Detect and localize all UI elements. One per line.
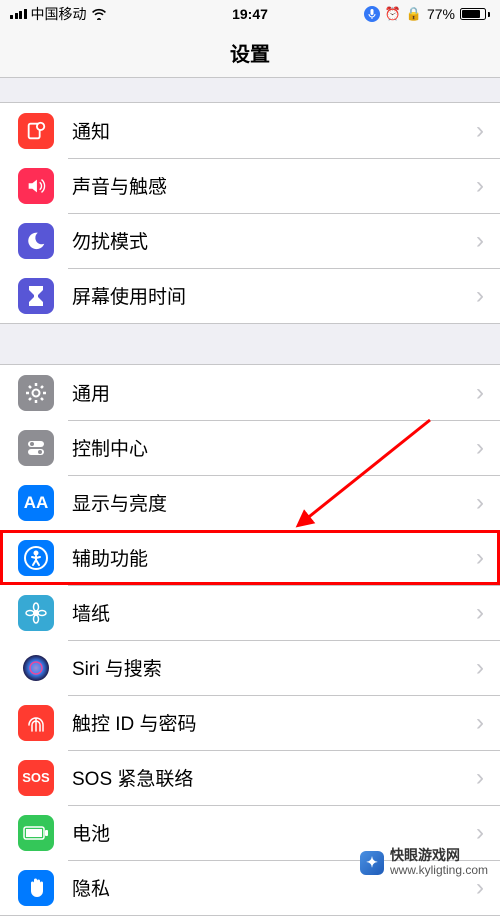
row-label: 通用 xyxy=(72,379,476,406)
sos-icon: SOS xyxy=(18,760,54,796)
chevron-right-icon: › xyxy=(476,172,500,200)
wifi-icon xyxy=(91,8,107,20)
hourglass-icon xyxy=(18,278,54,314)
battery-icon xyxy=(18,815,54,851)
watermark-url: www.kyligting.com xyxy=(390,864,488,877)
siri-icon xyxy=(18,650,54,686)
alarm-icon: ⏰ xyxy=(385,6,401,22)
chevron-right-icon: › xyxy=(476,764,500,792)
lock-icon: 🔒 xyxy=(406,6,422,22)
sound-icon xyxy=(18,168,54,204)
settings-row-sounds[interactable]: 声音与触感› xyxy=(0,158,500,213)
battery-pct: 77% xyxy=(427,6,455,22)
chevron-right-icon: › xyxy=(476,434,500,462)
row-label: 触控 ID 与密码 xyxy=(72,709,476,736)
chevron-right-icon: › xyxy=(476,599,500,627)
settings-row-dnd[interactable]: 勿扰模式› xyxy=(0,213,500,268)
row-label: 墙纸 xyxy=(72,599,476,626)
chevron-right-icon: › xyxy=(476,117,500,145)
fingerprint-icon xyxy=(18,705,54,741)
wallpaper-icon xyxy=(18,595,54,631)
watermark-logo-icon: ✦ xyxy=(360,851,384,875)
settings-row-wallpaper[interactable]: 墙纸› xyxy=(0,585,500,640)
row-label: 辅助功能 xyxy=(72,544,476,571)
row-label: 控制中心 xyxy=(72,434,476,461)
chevron-right-icon: › xyxy=(476,709,500,737)
chevron-right-icon: › xyxy=(476,544,500,572)
carrier-label: 中国移动 xyxy=(31,4,87,24)
row-label: 勿扰模式 xyxy=(72,227,476,254)
status-left: 中国移动 xyxy=(10,4,107,24)
chevron-right-icon: › xyxy=(476,227,500,255)
settings-row-accessibility[interactable]: 辅助功能› xyxy=(0,530,500,585)
row-label: 声音与触感 xyxy=(72,172,476,199)
mic-icon xyxy=(364,6,380,22)
switch-icon xyxy=(18,430,54,466)
chevron-right-icon: › xyxy=(476,489,500,517)
row-label: 显示与亮度 xyxy=(72,489,476,516)
chevron-right-icon: › xyxy=(476,654,500,682)
battery-icon xyxy=(460,8,490,20)
notifications-icon xyxy=(18,113,54,149)
row-label: SOS 紧急联络 xyxy=(72,764,476,791)
moon-icon xyxy=(18,223,54,259)
settings-group: 通用›控制中心›AA显示与亮度›辅助功能›墙纸›Siri 与搜索›触控 ID 与… xyxy=(0,364,500,916)
row-label: Siri 与搜索 xyxy=(72,654,476,681)
status-right: ⏰ 🔒 77% xyxy=(364,6,490,22)
row-label: 电池 xyxy=(72,819,476,846)
settings-row-notifications[interactable]: 通知› xyxy=(0,103,500,158)
chevron-right-icon: › xyxy=(476,379,500,407)
chevron-right-icon: › xyxy=(476,282,500,310)
settings-row-control-center[interactable]: 控制中心› xyxy=(0,420,500,475)
status-time: 19:47 xyxy=(232,6,268,22)
accessibility-icon xyxy=(18,540,54,576)
signal-icon xyxy=(10,9,27,19)
row-label: 通知 xyxy=(72,117,476,144)
settings-row-touchid[interactable]: 触控 ID 与密码› xyxy=(0,695,500,750)
row-label: 隐私 xyxy=(72,874,476,901)
chevron-right-icon: › xyxy=(476,874,500,902)
chevron-right-icon: › xyxy=(476,819,500,847)
settings-row-sos[interactable]: SOS SOS 紧急联络› xyxy=(0,750,500,805)
gear-icon xyxy=(18,375,54,411)
settings-header: 设置 xyxy=(0,28,500,78)
settings-row-screentime[interactable]: 屏幕使用时间› xyxy=(0,268,500,323)
page-title: 设置 xyxy=(230,38,270,67)
status-bar: 中国移动 19:47 ⏰ 🔒 77% xyxy=(0,0,500,28)
watermark: ✦ 快眼游戏网 www.kyligting.com xyxy=(360,848,488,877)
settings-row-general[interactable]: 通用› xyxy=(0,365,500,420)
display-icon: AA xyxy=(18,485,54,521)
hand-icon xyxy=(18,870,54,906)
settings-row-display[interactable]: AA 显示与亮度› xyxy=(0,475,500,530)
watermark-name: 快眼游戏网 xyxy=(390,848,488,863)
row-label: 屏幕使用时间 xyxy=(72,282,476,309)
settings-row-siri[interactable]: Siri 与搜索› xyxy=(0,640,500,695)
settings-group: 通知›声音与触感›勿扰模式›屏幕使用时间› xyxy=(0,102,500,324)
